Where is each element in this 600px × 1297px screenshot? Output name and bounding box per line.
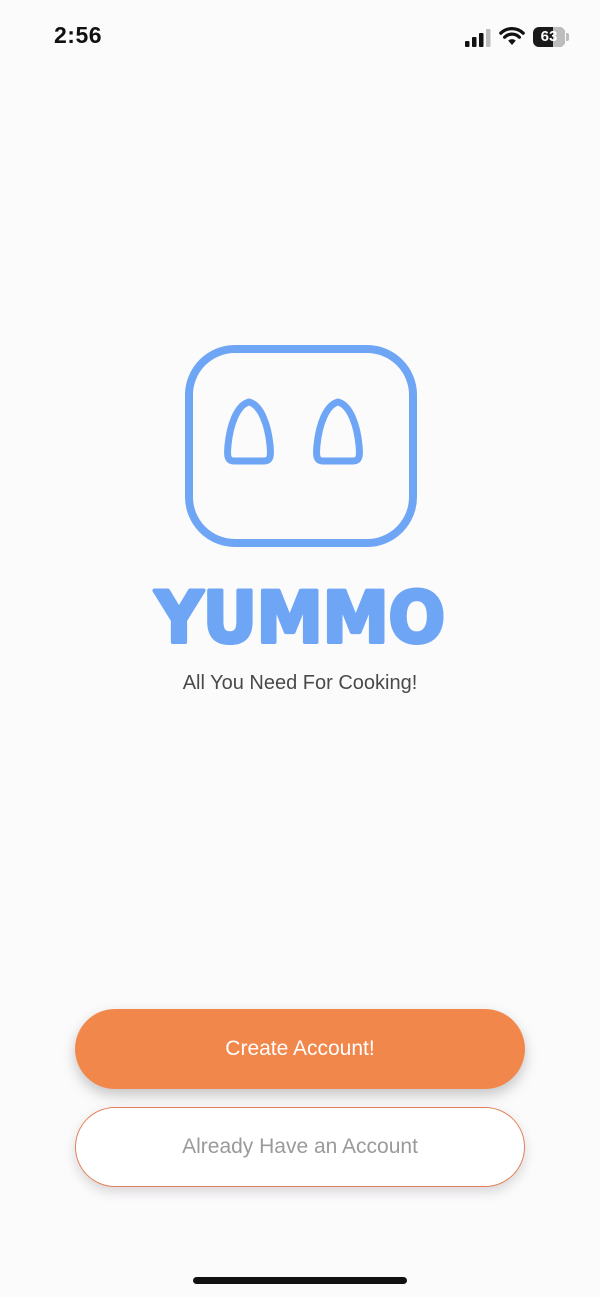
wifi-icon	[499, 27, 525, 45]
battery-icon: 63	[533, 27, 569, 47]
svg-text:YUMMO: YUMMO	[154, 577, 445, 655]
signal-icon	[465, 29, 491, 47]
status-time: 2:56	[54, 22, 103, 48]
tagline: All You Need For Cooking!	[182, 672, 418, 694]
login-button[interactable]: Already Have an Account	[75, 1107, 525, 1187]
battery-level: 63	[540, 28, 558, 45]
home-indicator	[193, 1277, 407, 1284]
create-account-label: Create Account!	[225, 1037, 375, 1060]
create-account-button[interactable]: Create Account!	[75, 1009, 525, 1089]
status-bar: 2:56 63	[0, 0, 600, 80]
login-label: Already Have an Account	[182, 1135, 418, 1158]
app-logo-icon	[185, 345, 417, 547]
app-logo-wordmark: YUMMO	[152, 575, 447, 655]
